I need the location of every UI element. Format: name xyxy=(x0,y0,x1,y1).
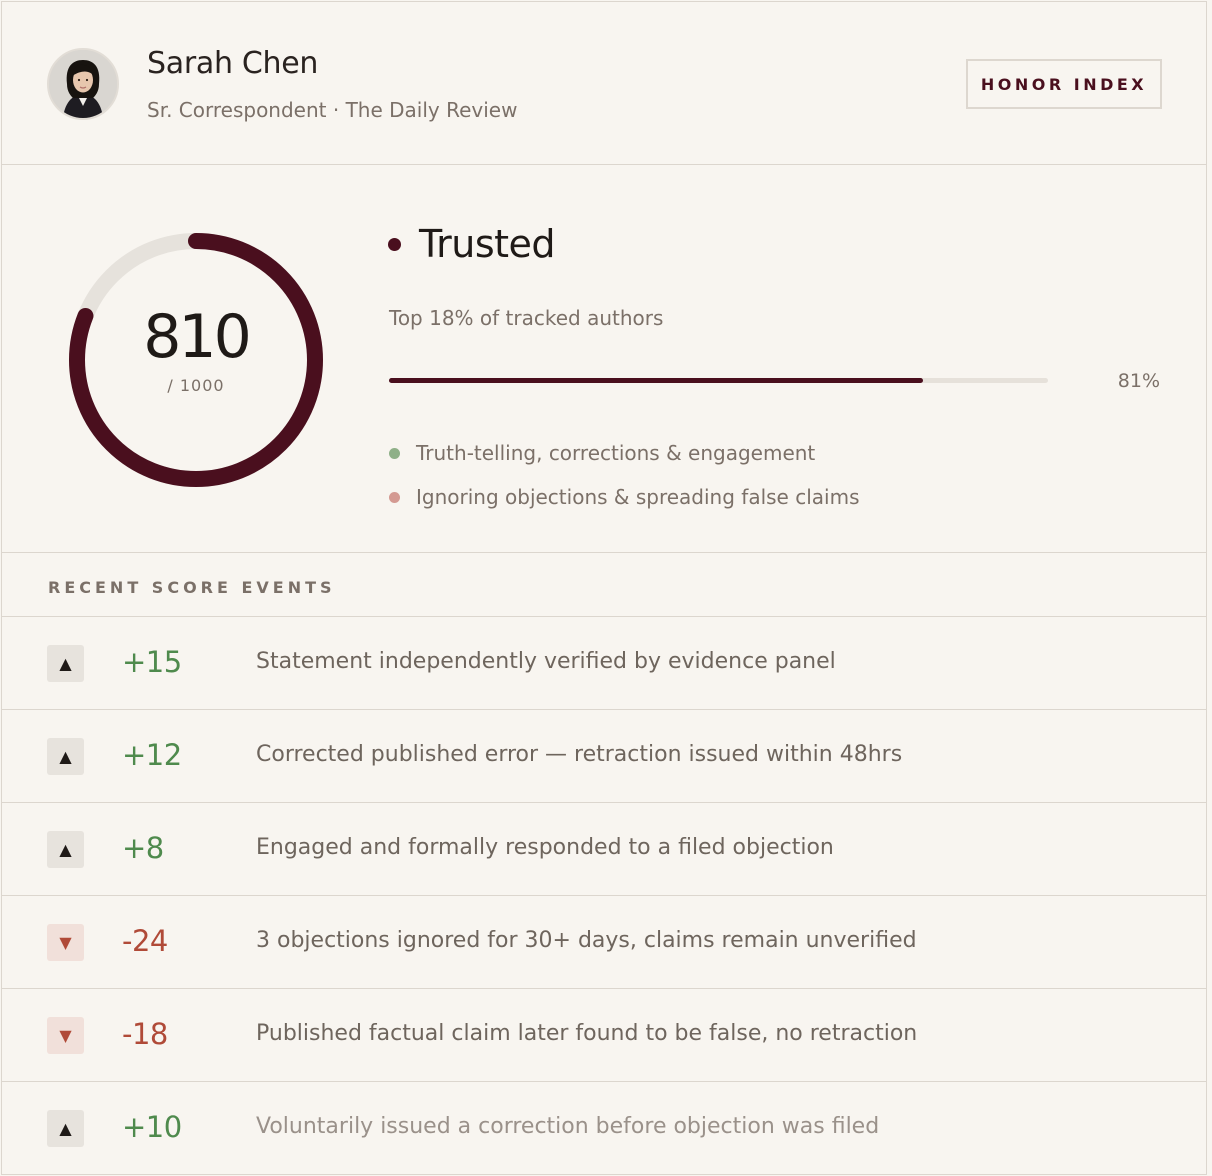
triangle-up-icon: ▲ xyxy=(47,738,84,775)
avatar-image xyxy=(49,50,117,118)
profile-header: Sarah Chen Sr. Correspondent · The Daily… xyxy=(2,2,1206,165)
list-item[interactable]: ▲ +15 Statement independently verified b… xyxy=(2,617,1206,710)
events-list: ▲ +15 Statement independently verified b… xyxy=(2,617,1206,1175)
tier-status: Trusted xyxy=(388,222,556,266)
event-description: Statement independently verified by evid… xyxy=(256,649,836,674)
legend: Truth-telling, corrections & engagement … xyxy=(389,431,860,519)
event-delta: +10 xyxy=(122,1110,182,1144)
event-description: Published factual claim later found to b… xyxy=(256,1021,918,1046)
legend-label: Truth-telling, corrections & engagement xyxy=(416,441,816,465)
triangle-down-icon: ▼ xyxy=(47,1017,84,1054)
list-item[interactable]: ▲ +10 Voluntarily issued a correction be… xyxy=(2,1082,1206,1175)
event-delta: +12 xyxy=(122,738,182,772)
legend-item-positive: Truth-telling, corrections & engagement xyxy=(389,431,860,475)
triangle-up-icon: ▲ xyxy=(47,645,84,682)
avatar[interactable] xyxy=(47,48,119,120)
honor-index-card: Sarah Chen Sr. Correspondent · The Daily… xyxy=(1,1,1207,1175)
triangle-up-icon: ▲ xyxy=(47,831,84,868)
event-description: Engaged and formally responded to a file… xyxy=(256,835,834,860)
tier-dot-icon xyxy=(388,237,401,251)
score-max: / 1000 xyxy=(167,376,225,395)
legend-item-negative: Ignoring objections & spreading false cl… xyxy=(389,475,860,519)
legend-label: Ignoring objections & spreading false cl… xyxy=(416,485,860,509)
list-item[interactable]: ▼ -24 3 objections ignored for 30+ days,… xyxy=(2,896,1206,989)
events-section-title: RECENT SCORE EVENTS xyxy=(48,578,336,597)
event-description: 3 objections ignored for 30+ days, claim… xyxy=(256,928,917,953)
event-delta: +15 xyxy=(122,645,182,679)
author-name: Sarah Chen xyxy=(147,46,319,81)
score-value: 810 xyxy=(143,302,252,372)
event-delta: -24 xyxy=(122,924,168,958)
triangle-down-icon: ▼ xyxy=(47,924,84,961)
event-description: Corrected published error — retraction i… xyxy=(256,742,903,767)
list-item[interactable]: ▼ -18 Published factual claim later foun… xyxy=(2,989,1206,1082)
legend-dot-negative-icon xyxy=(389,491,400,503)
percentile-value: 81% xyxy=(1117,370,1160,392)
event-description: Voluntarily issued a correction before o… xyxy=(256,1114,880,1139)
percentile-bar-fill xyxy=(389,378,923,383)
honor-index-badge[interactable]: HONOR INDEX xyxy=(966,59,1162,109)
percentile-text: Top 18% of tracked authors xyxy=(389,306,664,330)
percentile-bar xyxy=(389,378,1048,383)
list-item[interactable]: ▲ +12 Corrected published error — retrac… xyxy=(2,710,1206,803)
list-item[interactable]: ▲ +8 Engaged and formally responded to a… xyxy=(2,803,1206,896)
tier-label: Trusted xyxy=(419,222,556,266)
event-delta: -18 xyxy=(122,1017,168,1051)
author-subtitle: Sr. Correspondent · The Daily Review xyxy=(147,98,518,122)
event-delta: +8 xyxy=(122,831,164,865)
score-section: 810 / 1000 Trusted Top 18% of tracked au… xyxy=(2,166,1206,553)
triangle-up-icon: ▲ xyxy=(47,1110,84,1147)
legend-dot-positive-icon xyxy=(389,447,400,459)
